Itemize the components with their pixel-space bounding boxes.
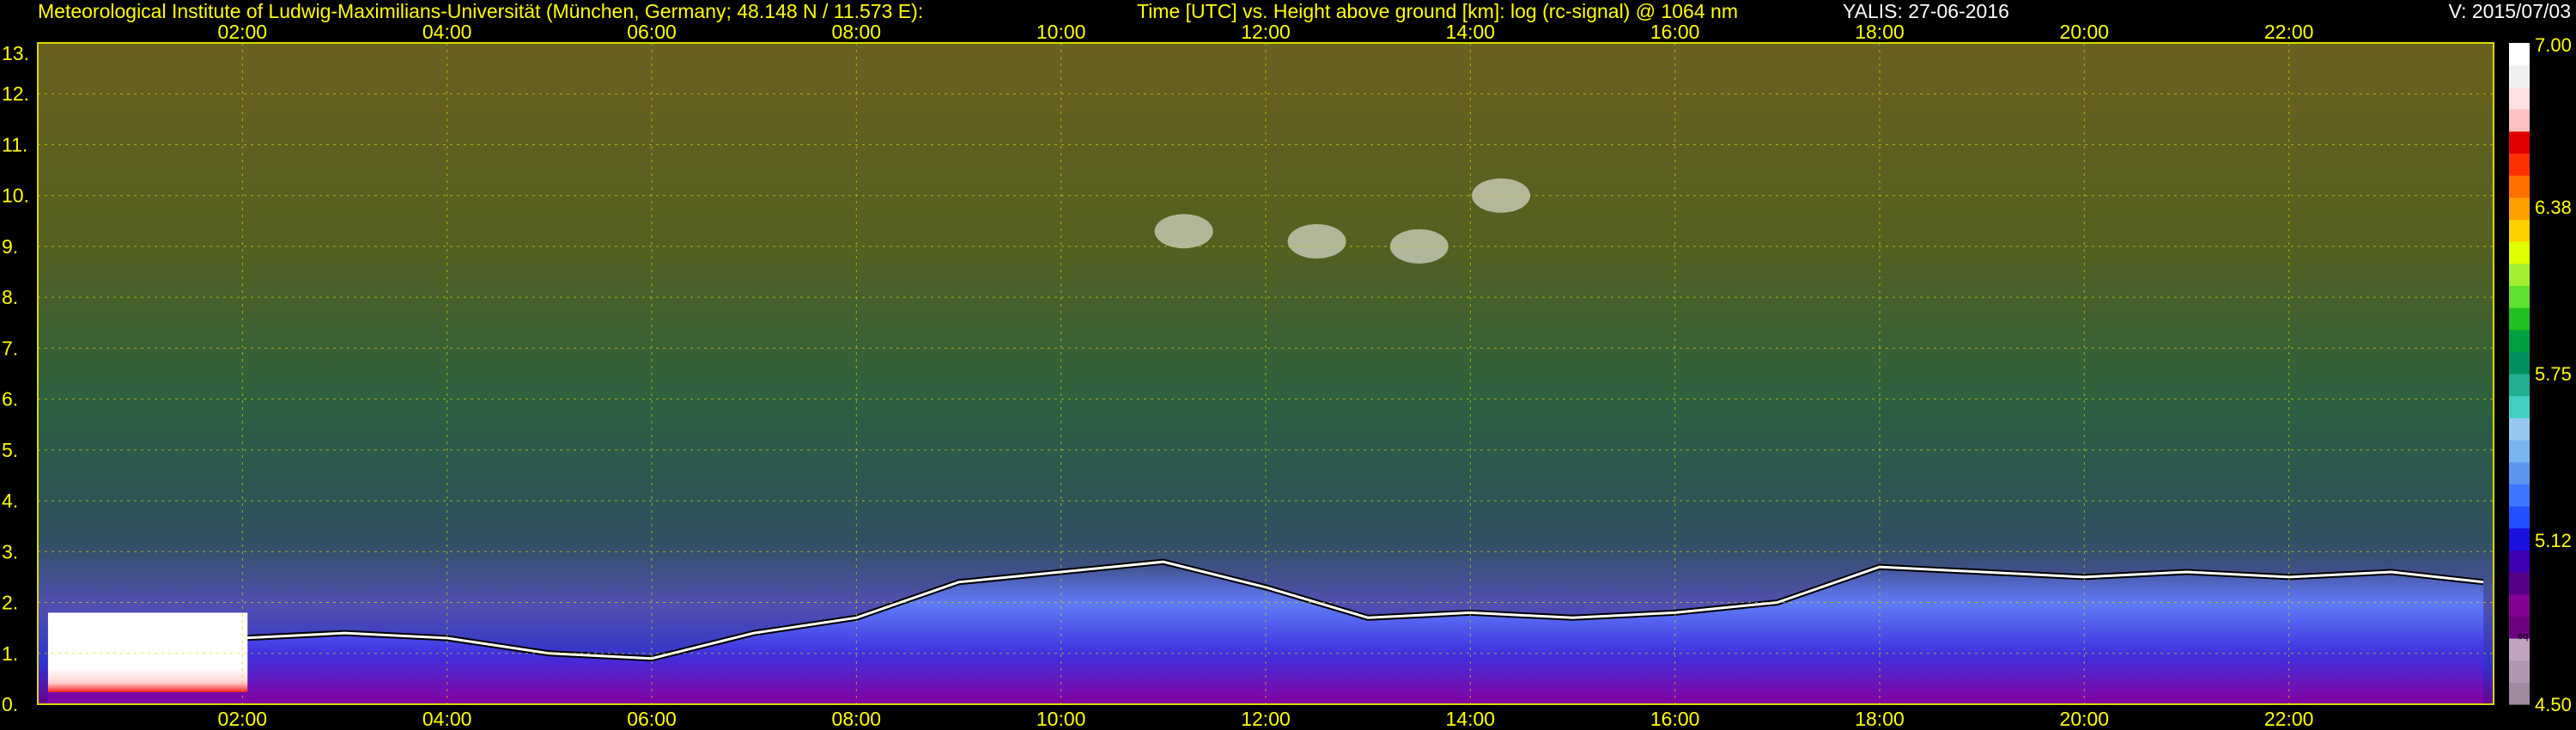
x-axis-labels-bottom: 02:00 04:00 06:00 08:00 10:00 12:00 14:00 16:00… (218, 708, 2314, 730)
cirrus-patch (1154, 214, 1213, 249)
cirrus-patch (1287, 224, 1346, 259)
colorbar-segment (2509, 219, 2530, 242)
colorbar (2509, 43, 2530, 705)
colorbar-segment (2509, 197, 2530, 220)
colorbar-segment (2509, 440, 2530, 463)
colorbar-segment (2509, 417, 2530, 441)
y-tick-label: 12. (2, 82, 29, 105)
x-tick-label-top: 08:00 (832, 21, 882, 43)
x-tick-label-bottom: 14:00 (1446, 708, 1496, 730)
colorbar-segment (2509, 285, 2530, 308)
x-tick-label-top: 20:00 (2060, 21, 2110, 43)
x-tick-label-top: 16:00 (1650, 21, 1700, 43)
y-tick-label: 0. (2, 693, 18, 715)
y-tick-label: 4. (2, 490, 18, 512)
y-tick-label: 5. (2, 439, 18, 461)
colorbar-segment (2509, 527, 2530, 551)
colorbar-tick-label: 5.12 (2535, 530, 2572, 551)
colorbar-segment (2509, 241, 2530, 265)
y-tick-label: 3. (2, 540, 18, 563)
colorbar-segment (2509, 682, 2530, 705)
colorbar-tick-label: 7.00 (2535, 34, 2572, 56)
x-tick-label-bottom: 06:00 (627, 708, 677, 730)
colorbar-tick-label: 5.75 (2535, 363, 2572, 385)
x-tick-label-bottom: 22:00 (2264, 708, 2314, 730)
x-tick-label-bottom: 10:00 (1036, 708, 1086, 730)
y-tick-label: 7. (2, 337, 18, 359)
colorbar-segment (2509, 660, 2530, 683)
y-tick-label: 1. (2, 642, 18, 665)
y-tick-label: 11. (2, 133, 27, 155)
x-tick-label-top: 04:00 (422, 21, 472, 43)
colorbar-segment (2509, 550, 2530, 573)
y-tick-label: 10. (2, 185, 29, 207)
x-tick-label-bottom: 18:00 (1855, 708, 1905, 730)
lidar-chart: 13. 12. 11. 10. 9. 8. 7. 6. 5. 4. 3. 2. 1. 0. 02:00 04… (2, 21, 2572, 730)
colorbar-segment (2509, 484, 2530, 507)
x-tick-label-top: 06:00 (627, 21, 677, 43)
x-tick-label-bottom: 20:00 (2060, 708, 2110, 730)
x-tick-label-bottom: 12:00 (1241, 708, 1291, 730)
x-tick-label-top: 14:00 (1446, 21, 1496, 43)
colorbar-segment (2509, 572, 2530, 595)
x-tick-label-top: 02:00 (218, 21, 268, 43)
colorbar-small-label: eq (2518, 631, 2528, 642)
boundary-layer-aerosol (47, 612, 248, 692)
colorbar-segment (2509, 109, 2530, 132)
y-tick-label: 2. (2, 592, 18, 614)
x-tick-label-top: 12:00 (1241, 21, 1291, 43)
colorbar-segment (2509, 461, 2530, 484)
colorbar-segment (2509, 153, 2530, 176)
y-tick-label: 9. (2, 235, 18, 258)
colorbar-segment (2509, 593, 2530, 617)
colorbar-segment (2509, 175, 2530, 198)
y-tick-label: 13. (2, 42, 29, 64)
colorbar-segment (2509, 131, 2530, 154)
colorbar-segment (2509, 64, 2530, 88)
colorbar-segment (2509, 351, 2530, 374)
colorbar-segment (2509, 506, 2530, 529)
colorbar-segment (2509, 43, 2530, 66)
x-tick-label-bottom: 08:00 (832, 708, 882, 730)
colorbar-tick-label: 6.38 (2535, 197, 2572, 218)
x-tick-label-bottom: 02:00 (218, 708, 268, 730)
x-tick-label-top: 22:00 (2264, 21, 2314, 43)
y-tick-label: 6. (2, 388, 18, 411)
x-axis-labels-top: 02:00 04:00 06:00 08:00 10:00 12:00 14:00 16:00… (218, 21, 2314, 43)
colorbar-segment (2509, 374, 2530, 397)
colorbar-segment (2509, 307, 2530, 331)
y-axis-labels: 13. 12. 11. 10. 9. 8. 7. 6. 5. 4. 3. 2. 1. 0. (2, 42, 29, 715)
x-tick-label-top: 18:00 (1855, 21, 1905, 43)
colorbar-segment (2509, 87, 2530, 110)
x-tick-label-top: 10:00 (1036, 21, 1086, 43)
colorbar-segment (2509, 263, 2530, 286)
colorbar-segment (2509, 329, 2530, 352)
y-tick-label: 8. (2, 286, 18, 308)
colorbar-tick-label: 4.50 (2535, 694, 2572, 715)
x-tick-label-bottom: 16:00 (1650, 708, 1700, 730)
colorbar-segment (2509, 395, 2530, 418)
x-tick-label-bottom: 04:00 (422, 708, 472, 730)
